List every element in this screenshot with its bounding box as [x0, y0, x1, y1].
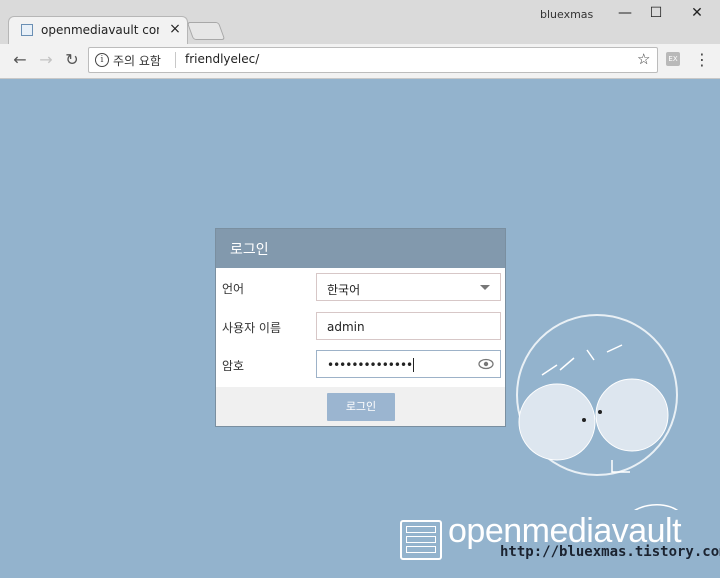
address-bar[interactable]: i 주의 요함 friendlyelec/ ☆ — [88, 47, 658, 73]
bookmark-star-icon[interactable]: ☆ — [637, 50, 650, 68]
new-tab-button[interactable] — [186, 22, 226, 40]
omv-server-icon — [400, 520, 442, 560]
browser-tab[interactable]: openmediavault control × — [8, 16, 188, 44]
password-field[interactable]: •••••••••••••• — [316, 350, 501, 378]
login-button[interactable]: 로그인 — [327, 393, 395, 421]
maximize-icon[interactable]: ☐ — [641, 2, 671, 24]
security-label[interactable]: 주의 요함 — [113, 52, 161, 69]
username-field[interactable]: admin — [316, 312, 501, 340]
extension-icon[interactable]: EX — [666, 52, 680, 66]
url-text[interactable]: friendlyelec/ — [185, 52, 259, 66]
reload-icon[interactable]: ↻ — [62, 50, 82, 70]
login-footer: 로그인 — [216, 387, 505, 426]
tab-close-icon[interactable]: × — [167, 20, 183, 38]
login-header: 로그인 — [216, 229, 505, 268]
back-icon[interactable]: ← — [10, 50, 30, 70]
language-label: 언어 — [222, 282, 245, 296]
login-dialog: 로그인 언어 한국어 사용자 이름 admin 암호 •••••••••••••… — [215, 228, 506, 427]
language-value: 한국어 — [327, 283, 361, 297]
profile-name[interactable]: bluexmas — [540, 8, 593, 21]
chevron-down-icon — [480, 285, 490, 290]
divider — [175, 52, 176, 68]
browser-menu-icon[interactable]: ⋮ — [694, 50, 710, 69]
browser-chrome: openmediavault control × bluexmas — ☐ ✕ … — [0, 0, 720, 79]
info-icon[interactable]: i — [95, 53, 109, 67]
password-label: 암호 — [222, 359, 245, 373]
forward-icon[interactable]: → — [36, 50, 56, 70]
close-window-icon[interactable]: ✕ — [682, 2, 712, 24]
tab-title: openmediavault control — [41, 23, 159, 37]
minimize-icon[interactable]: — — [610, 2, 640, 24]
username-value: admin — [327, 320, 365, 334]
eye-icon[interactable] — [478, 357, 494, 371]
page-favicon-icon — [21, 24, 33, 36]
password-value: •••••••••••••• — [327, 358, 413, 372]
login-title: 로그인 — [230, 242, 269, 258]
title-bar: openmediavault control × bluexmas — ☐ ✕ — [0, 0, 720, 44]
watermark-text: http://bluexmas.tistory.com/ — [500, 544, 720, 560]
username-label: 사용자 이름 — [222, 321, 282, 335]
language-select[interactable]: 한국어 — [316, 273, 501, 301]
owl-logo-icon — [516, 314, 679, 510]
